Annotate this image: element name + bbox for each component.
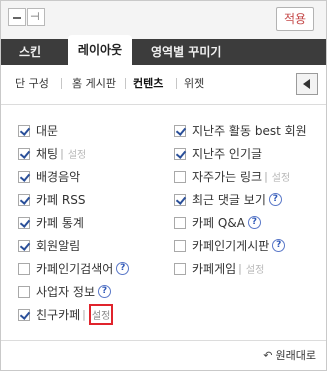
option-row-business-info: 사업자 정보 ? (18, 280, 129, 303)
option-label: 대문 (36, 123, 59, 138)
divider: | (238, 262, 242, 275)
option-label: 지난주 활동 best 회원 (192, 123, 307, 138)
help-icon[interactable]: ? (98, 285, 112, 298)
help-icon[interactable]: ? (268, 193, 282, 206)
checkbox-cafe-game[interactable] (174, 262, 186, 275)
reset-button[interactable]: ↶ 원래대로 (263, 349, 316, 363)
contents-left-column: 대문 채팅 | 설정 배경음악 카페 RSS 카페 통계 회원알림 카페인기검색… (18, 119, 130, 326)
option-row-cafe-game: 카페게임 | 설정 (174, 257, 307, 280)
option-label: 카페인기게시판 (192, 238, 270, 253)
checkbox-chat[interactable] (18, 147, 30, 160)
subnav-contents[interactable]: 컨텐츠 (133, 77, 163, 91)
checkbox-main-page[interactable] (18, 124, 30, 137)
checkbox-recent-comments[interactable] (174, 193, 186, 206)
option-row-rss: 카페 RSS (18, 188, 129, 211)
option-row-cafe-qna: 카페 Q&A ? (174, 211, 307, 234)
contents-right-column: 지난주 활동 best 회원 지난주 인기글 자주가는 링크 | 설정 최근 댓… (174, 119, 307, 280)
option-label: 카페 RSS (36, 192, 86, 207)
checkbox-popular-board[interactable] (174, 239, 186, 252)
option-label: 친구카페 (36, 307, 81, 322)
divider: | (82, 308, 86, 321)
help-icon[interactable]: ? (116, 262, 130, 275)
option-row-bgm: 배경음악 (18, 165, 129, 188)
main-tabs: 스킨 레이아웃 영역별 꾸미기 (1, 35, 326, 65)
divider: | (60, 147, 64, 160)
help-icon[interactable]: ? (247, 216, 261, 229)
checkbox-stats[interactable] (18, 216, 30, 229)
checkbox-business-info[interactable] (18, 285, 30, 298)
option-label: 배경음악 (36, 169, 81, 184)
option-label: 카페게임 (192, 261, 237, 276)
panel-topbar: ⊣ 적용 (1, 1, 326, 39)
option-row-frequent-links: 자주가는 링크 | 설정 (174, 165, 307, 188)
checkbox-popular-posts[interactable] (174, 147, 186, 160)
option-row-recent-comments: 최근 댓글 보기 ? (174, 188, 307, 211)
subnav-widget[interactable]: 위젯 (184, 77, 204, 91)
sub-navigation: 단 구성 홈 게시판 컨텐츠 위젯 (1, 65, 326, 105)
tab-skin[interactable]: 스킨 (19, 39, 41, 65)
reset-label: 원래대로 (275, 349, 316, 362)
checkbox-best-member[interactable] (174, 124, 186, 137)
option-row-stats: 카페 통계 (18, 211, 129, 234)
cafe-game-settings-link[interactable]: 설정 (246, 261, 264, 276)
option-label: 자주가는 링크 (192, 169, 263, 184)
option-label: 사업자 정보 (36, 284, 96, 299)
undo-icon: ↶ (263, 349, 273, 362)
apply-button[interactable]: 적용 (276, 7, 314, 31)
pin-button[interactable]: ⊣ (27, 8, 45, 26)
subnav-divider (125, 78, 126, 89)
friend-cafe-settings-link[interactable]: 설정 (88, 304, 114, 325)
subnav-home-board[interactable]: 홈 게시판 (72, 77, 116, 91)
option-label: 카페 통계 (36, 215, 84, 230)
subnav-divider (176, 78, 177, 89)
minimize-button[interactable] (8, 8, 26, 26)
subnav-columns[interactable]: 단 구성 (15, 77, 49, 91)
option-label: 지난주 인기글 (192, 146, 263, 161)
pin-icon: ⊣ (30, 10, 40, 23)
checkbox-popular-search[interactable] (18, 262, 30, 275)
option-row-friend-cafe: 친구카페 | 설정 (18, 303, 129, 326)
frequent-links-settings-link[interactable]: 설정 (272, 169, 290, 184)
option-row-popular-search: 카페인기검색어 ? (18, 257, 130, 280)
checkbox-friend-cafe[interactable] (18, 308, 30, 321)
option-label: 카페 Q&A (192, 215, 245, 230)
option-row-popular-board: 카페인기게시판 ? (174, 234, 307, 257)
layout-settings-panel: ⊣ 적용 스킨 레이아웃 영역별 꾸미기 단 구성 홈 게시판 컨텐츠 위젯 대… (0, 0, 327, 371)
option-row-best-member: 지난주 활동 best 회원 (174, 119, 307, 142)
tab-area-decoration[interactable]: 영역별 꾸미기 (151, 39, 221, 65)
checkbox-frequent-links[interactable] (174, 170, 186, 183)
chat-settings-link[interactable]: 설정 (68, 146, 86, 161)
option-row-main-page: 대문 (18, 119, 129, 142)
option-label: 최근 댓글 보기 (192, 192, 266, 207)
collapse-arrow-button[interactable] (296, 73, 318, 95)
option-row-popular-posts: 지난주 인기글 (174, 142, 307, 165)
help-icon[interactable]: ? (272, 239, 286, 252)
checkbox-rss[interactable] (18, 193, 30, 206)
subnav-divider (61, 78, 62, 89)
option-row-chat: 채팅 | 설정 (18, 142, 129, 165)
option-label: 채팅 (36, 146, 59, 161)
option-row-member-alert: 회원알림 (18, 234, 129, 257)
panel-footer: ↶ 원래대로 (1, 340, 326, 370)
divider: | (264, 170, 268, 183)
checkbox-cafe-qna[interactable] (174, 216, 186, 229)
option-label: 회원알림 (36, 238, 81, 253)
option-label: 카페인기검색어 (36, 261, 114, 276)
checkbox-member-alert[interactable] (18, 239, 30, 252)
tab-layout[interactable]: 레이아웃 (68, 35, 132, 65)
checkbox-bgm[interactable] (18, 170, 30, 183)
